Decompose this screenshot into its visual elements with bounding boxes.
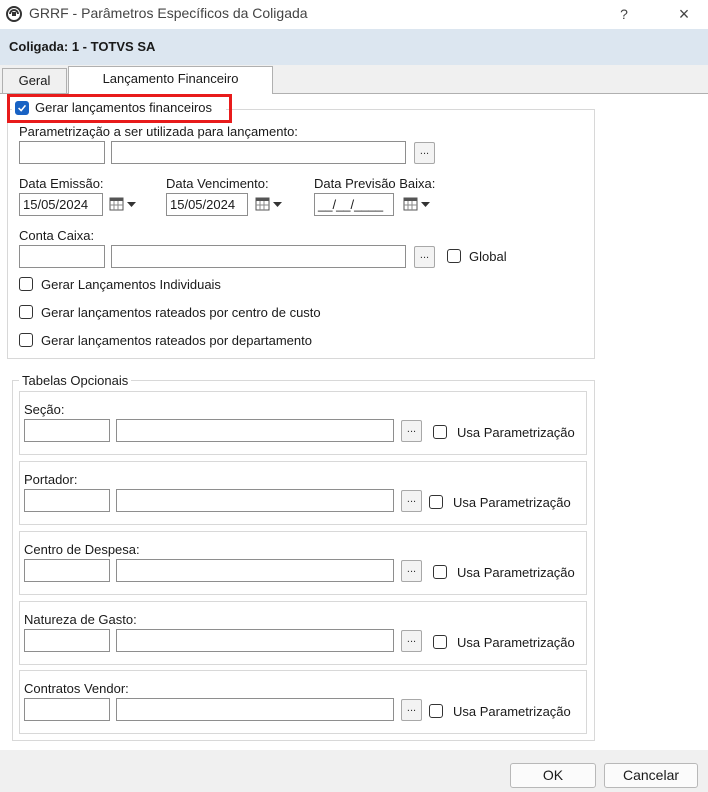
coligada-banner: Coligada: 1 - TOTVS SA	[0, 29, 708, 65]
calendar-icon	[403, 197, 430, 211]
parametrizacao-code-input[interactable]	[19, 141, 105, 164]
close-button[interactable]: ×	[670, 3, 698, 25]
data-vencimento-input[interactable]: 15/05/2024	[166, 193, 248, 216]
conta-caixa-desc-input[interactable]	[111, 245, 406, 268]
natureza-gasto-label: Natureza de Gasto:	[24, 612, 137, 627]
centro-despesa-lookup-button[interactable]: ...	[401, 560, 422, 582]
centro-despesa-code-input[interactable]	[24, 559, 110, 582]
contratos-vendor-desc-input[interactable]	[116, 698, 394, 721]
tab-lancamento-financeiro[interactable]: Lançamento Financeiro	[68, 66, 273, 94]
secao-usa-parametrizacao-checkbox[interactable]	[433, 425, 447, 439]
parametrizacao-lookup-button[interactable]: ...	[414, 142, 435, 164]
rateados-departamento-label: Gerar lançamentos rateados por departame…	[41, 333, 312, 348]
natureza-gasto-code-input[interactable]	[24, 629, 110, 652]
coligada-label: Coligada: 1 - TOTVS SA	[9, 39, 156, 54]
rateados-centro-custo-label: Gerar lançamentos rateados por centro de…	[41, 305, 321, 320]
centro-despesa-label: Centro de Despesa:	[24, 542, 140, 557]
app-logo-icon	[6, 6, 22, 22]
contratos-vendor-label: Contratos Vendor:	[24, 681, 129, 696]
portador-desc-input[interactable]	[116, 489, 394, 512]
parametrizacao-desc-input[interactable]	[111, 141, 406, 164]
conta-caixa-label: Conta Caixa:	[19, 228, 95, 243]
data-previsao-input[interactable]: __/__/____	[314, 193, 394, 216]
highlight-box	[7, 94, 232, 123]
natureza-gasto-desc-input[interactable]	[116, 629, 394, 652]
secao-code-input[interactable]	[24, 419, 110, 442]
global-label: Global	[469, 249, 507, 264]
calendar-icon	[109, 197, 136, 211]
secao-label: Seção:	[24, 402, 65, 417]
parametrizacao-label: Parametrização a ser utilizada para lanç…	[19, 124, 298, 139]
tab-geral[interactable]: Geral	[2, 68, 67, 94]
dialog-footer: OK Cancelar	[0, 750, 708, 792]
gerar-individuais-checkbox[interactable]	[19, 277, 33, 291]
ok-button[interactable]: OK	[510, 763, 596, 788]
data-previsao-label: Data Previsão Baixa:	[314, 176, 436, 191]
rateados-departamento-checkbox[interactable]	[19, 333, 33, 347]
data-vencimento-calendar-button[interactable]	[252, 193, 290, 215]
centro-despesa-desc-input[interactable]	[116, 559, 394, 582]
tabelas-opcionais-title: Tabelas Opcionais	[19, 373, 132, 388]
conta-caixa-lookup-button[interactable]: ...	[414, 246, 435, 268]
window-title: GRRF - Parâmetros Específicos da Coligad…	[29, 5, 308, 21]
help-button[interactable]: ?	[612, 3, 636, 25]
contratos-vendor-usa-parametrizacao-label: Usa Parametrização	[453, 704, 571, 719]
title-bar: GRRF - Parâmetros Específicos da Coligad…	[0, 0, 708, 29]
data-emissao-input[interactable]: 15/05/2024	[19, 193, 103, 216]
centro-despesa-usa-parametrizacao-label: Usa Parametrização	[457, 565, 575, 580]
contratos-vendor-code-input[interactable]	[24, 698, 110, 721]
contratos-vendor-lookup-button[interactable]: ...	[401, 699, 422, 721]
contratos-vendor-usa-parametrizacao-checkbox[interactable]	[429, 704, 443, 718]
secao-lookup-button[interactable]: ...	[401, 420, 422, 442]
gerar-individuais-label: Gerar Lançamentos Individuais	[41, 277, 221, 292]
secao-usa-parametrizacao-label: Usa Parametrização	[457, 425, 575, 440]
data-previsao-calendar-button[interactable]	[400, 193, 438, 215]
data-emissao-calendar-button[interactable]	[106, 193, 144, 215]
global-checkbox[interactable]	[447, 249, 461, 263]
portador-usa-parametrizacao-checkbox[interactable]	[429, 495, 443, 509]
portador-usa-parametrizacao-label: Usa Parametrização	[453, 495, 571, 510]
conta-caixa-code-input[interactable]	[19, 245, 105, 268]
centro-despesa-usa-parametrizacao-checkbox[interactable]	[433, 565, 447, 579]
natureza-gasto-usa-parametrizacao-label: Usa Parametrização	[457, 635, 575, 650]
data-emissao-label: Data Emissão:	[19, 176, 104, 191]
portador-lookup-button[interactable]: ...	[401, 490, 422, 512]
natureza-gasto-usa-parametrizacao-checkbox[interactable]	[433, 635, 447, 649]
secao-desc-input[interactable]	[116, 419, 394, 442]
cancel-button[interactable]: Cancelar	[604, 763, 698, 788]
calendar-icon	[255, 197, 282, 211]
data-vencimento-label: Data Vencimento:	[166, 176, 269, 191]
portador-code-input[interactable]	[24, 489, 110, 512]
portador-label: Portador:	[24, 472, 78, 487]
rateados-centro-custo-checkbox[interactable]	[19, 305, 33, 319]
natureza-gasto-lookup-button[interactable]: ...	[401, 630, 422, 652]
